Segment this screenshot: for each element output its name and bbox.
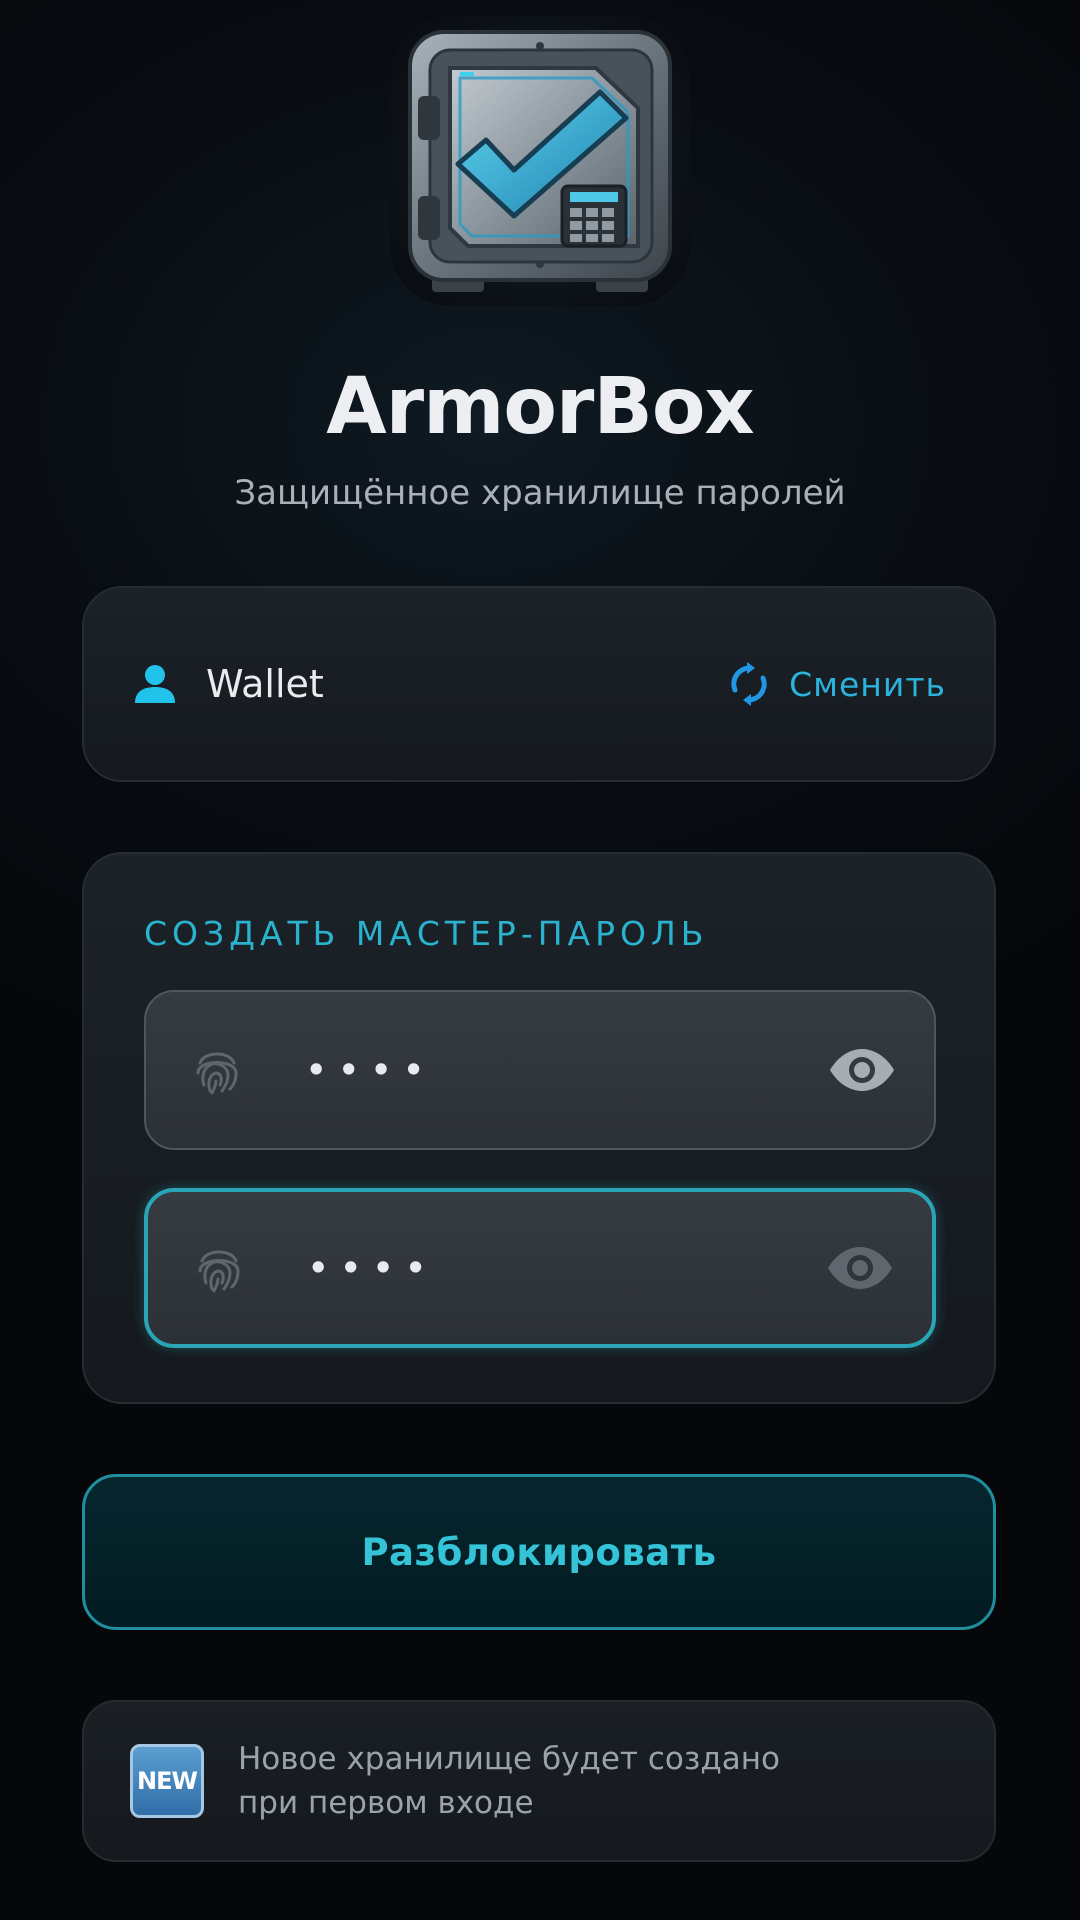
sync-icon xyxy=(731,662,767,706)
info-text: Новое хранилище будет создано при первом… xyxy=(238,1737,780,1825)
unlock-button-label: Разблокировать xyxy=(361,1530,717,1574)
master-password-value: •••• xyxy=(306,1051,436,1089)
eye-icon[interactable] xyxy=(826,1245,894,1291)
app-logo xyxy=(390,16,690,306)
section-title: СОЗДАТЬ МАСТЕР-ПАРОЛЬ xyxy=(144,914,709,953)
app-title: ArmorBox xyxy=(326,362,755,452)
switch-account-label: Сменить xyxy=(789,664,946,704)
new-badge-icon: NEW xyxy=(130,1744,204,1818)
user-icon xyxy=(135,665,175,703)
master-password-card: СОЗДАТЬ МАСТЕР-ПАРОЛЬ •••• •••• xyxy=(82,852,996,1404)
fingerprint-icon xyxy=(196,1052,238,1095)
info-line-1: Новое хранилище будет создано xyxy=(238,1741,781,1777)
safe-icon xyxy=(408,30,672,292)
eye-icon[interactable] xyxy=(828,1047,896,1093)
confirm-password-field[interactable]: •••• xyxy=(144,1188,936,1348)
master-password-field[interactable]: •••• xyxy=(144,990,936,1150)
account-name: Wallet xyxy=(206,662,324,706)
app-subtitle: Защищённое хранилище паролей xyxy=(234,473,846,513)
new-badge-text: NEW xyxy=(137,1767,198,1795)
fingerprint-icon xyxy=(198,1250,240,1293)
info-line-2: при первом входе xyxy=(238,1785,534,1821)
confirm-password-value: •••• xyxy=(308,1249,438,1287)
switch-account-button[interactable]: Сменить xyxy=(727,662,946,706)
account-row: Wallet Сменить xyxy=(132,588,946,780)
info-card: NEW Новое хранилище будет создано при пе… xyxy=(82,1700,996,1862)
unlock-screen: ArmorBox Защищённое хранилище паролей Wa… xyxy=(0,0,1080,1920)
account-card: Wallet Сменить xyxy=(82,586,996,782)
unlock-button[interactable]: Разблокировать xyxy=(82,1474,996,1630)
